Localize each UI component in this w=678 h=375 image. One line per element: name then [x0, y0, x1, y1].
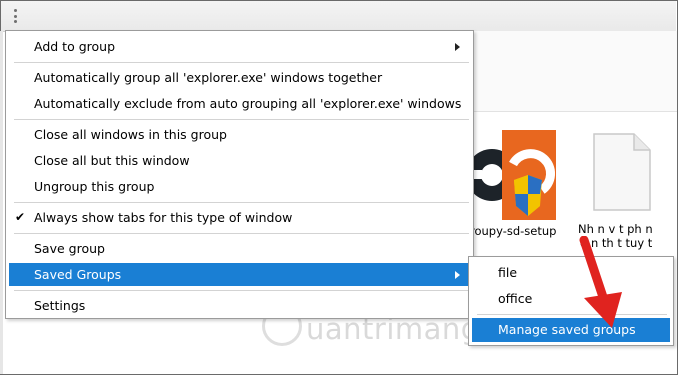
window-edge — [0, 31, 3, 374]
annotation-arrow-icon — [579, 236, 622, 328]
menu-item-always-show-tabs[interactable]: ✔ Always show tabs for this type of wind… — [9, 206, 470, 229]
menu-separator — [14, 290, 469, 291]
submenu-item-label: office — [498, 291, 533, 306]
document-icon — [593, 133, 651, 211]
menu-item-label: Close all but this window — [34, 153, 190, 168]
context-menu: Add to group Automatically group all 'ex… — [5, 30, 474, 319]
more-options-icon[interactable] — [8, 6, 22, 26]
menu-item-label: Save group — [34, 241, 105, 256]
menu-item-label: Automatically group all 'explorer.exe' w… — [34, 70, 383, 85]
menu-item-auto-group[interactable]: Automatically group all 'explorer.exe' w… — [9, 66, 470, 89]
menu-item-auto-exclude[interactable]: Automatically exclude from auto grouping… — [9, 92, 470, 115]
submenu-arrow-icon — [455, 271, 460, 279]
menu-item-label: Saved Groups — [34, 267, 122, 282]
menu-item-label: Ungroup this group — [34, 179, 155, 194]
menu-item-close-all-but-this[interactable]: Close all but this window — [9, 149, 470, 172]
file-label-line1: Nh n v t ph n — [578, 222, 653, 236]
menu-item-add-to-group[interactable]: Add to group — [9, 35, 470, 58]
menu-item-settings[interactable]: Settings — [9, 294, 470, 317]
menu-separator — [14, 119, 469, 120]
menu-item-label: Settings — [34, 298, 86, 313]
menu-item-label: Add to group — [34, 39, 115, 54]
submenu-item-label: file — [498, 265, 518, 280]
explorer-ribbon — [470, 31, 677, 112]
installer-icon — [466, 130, 556, 220]
checkmark-icon: ✔ — [15, 210, 26, 224]
menu-separator — [14, 62, 469, 63]
menu-item-ungroup[interactable]: Ungroup this group — [9, 175, 470, 198]
tab-bar — [1, 1, 676, 32]
menu-item-saved-groups[interactable]: Saved Groups — [9, 263, 470, 286]
submenu-arrow-icon — [455, 43, 460, 51]
menu-item-save-group[interactable]: Save group — [9, 237, 470, 260]
file-label-setup: roupy-sd-setup — [470, 224, 557, 238]
file-item-setup[interactable]: roupy-sd-setup — [466, 128, 566, 238]
menu-item-label: Close all windows in this group — [34, 127, 227, 142]
menu-separator — [14, 202, 469, 203]
menu-item-close-all-in-group[interactable]: Close all windows in this group — [9, 123, 470, 146]
menu-separator — [14, 233, 469, 234]
menu-item-label: Automatically exclude from auto grouping… — [34, 96, 462, 111]
menu-item-label: Always show tabs for this type of window — [34, 210, 293, 225]
